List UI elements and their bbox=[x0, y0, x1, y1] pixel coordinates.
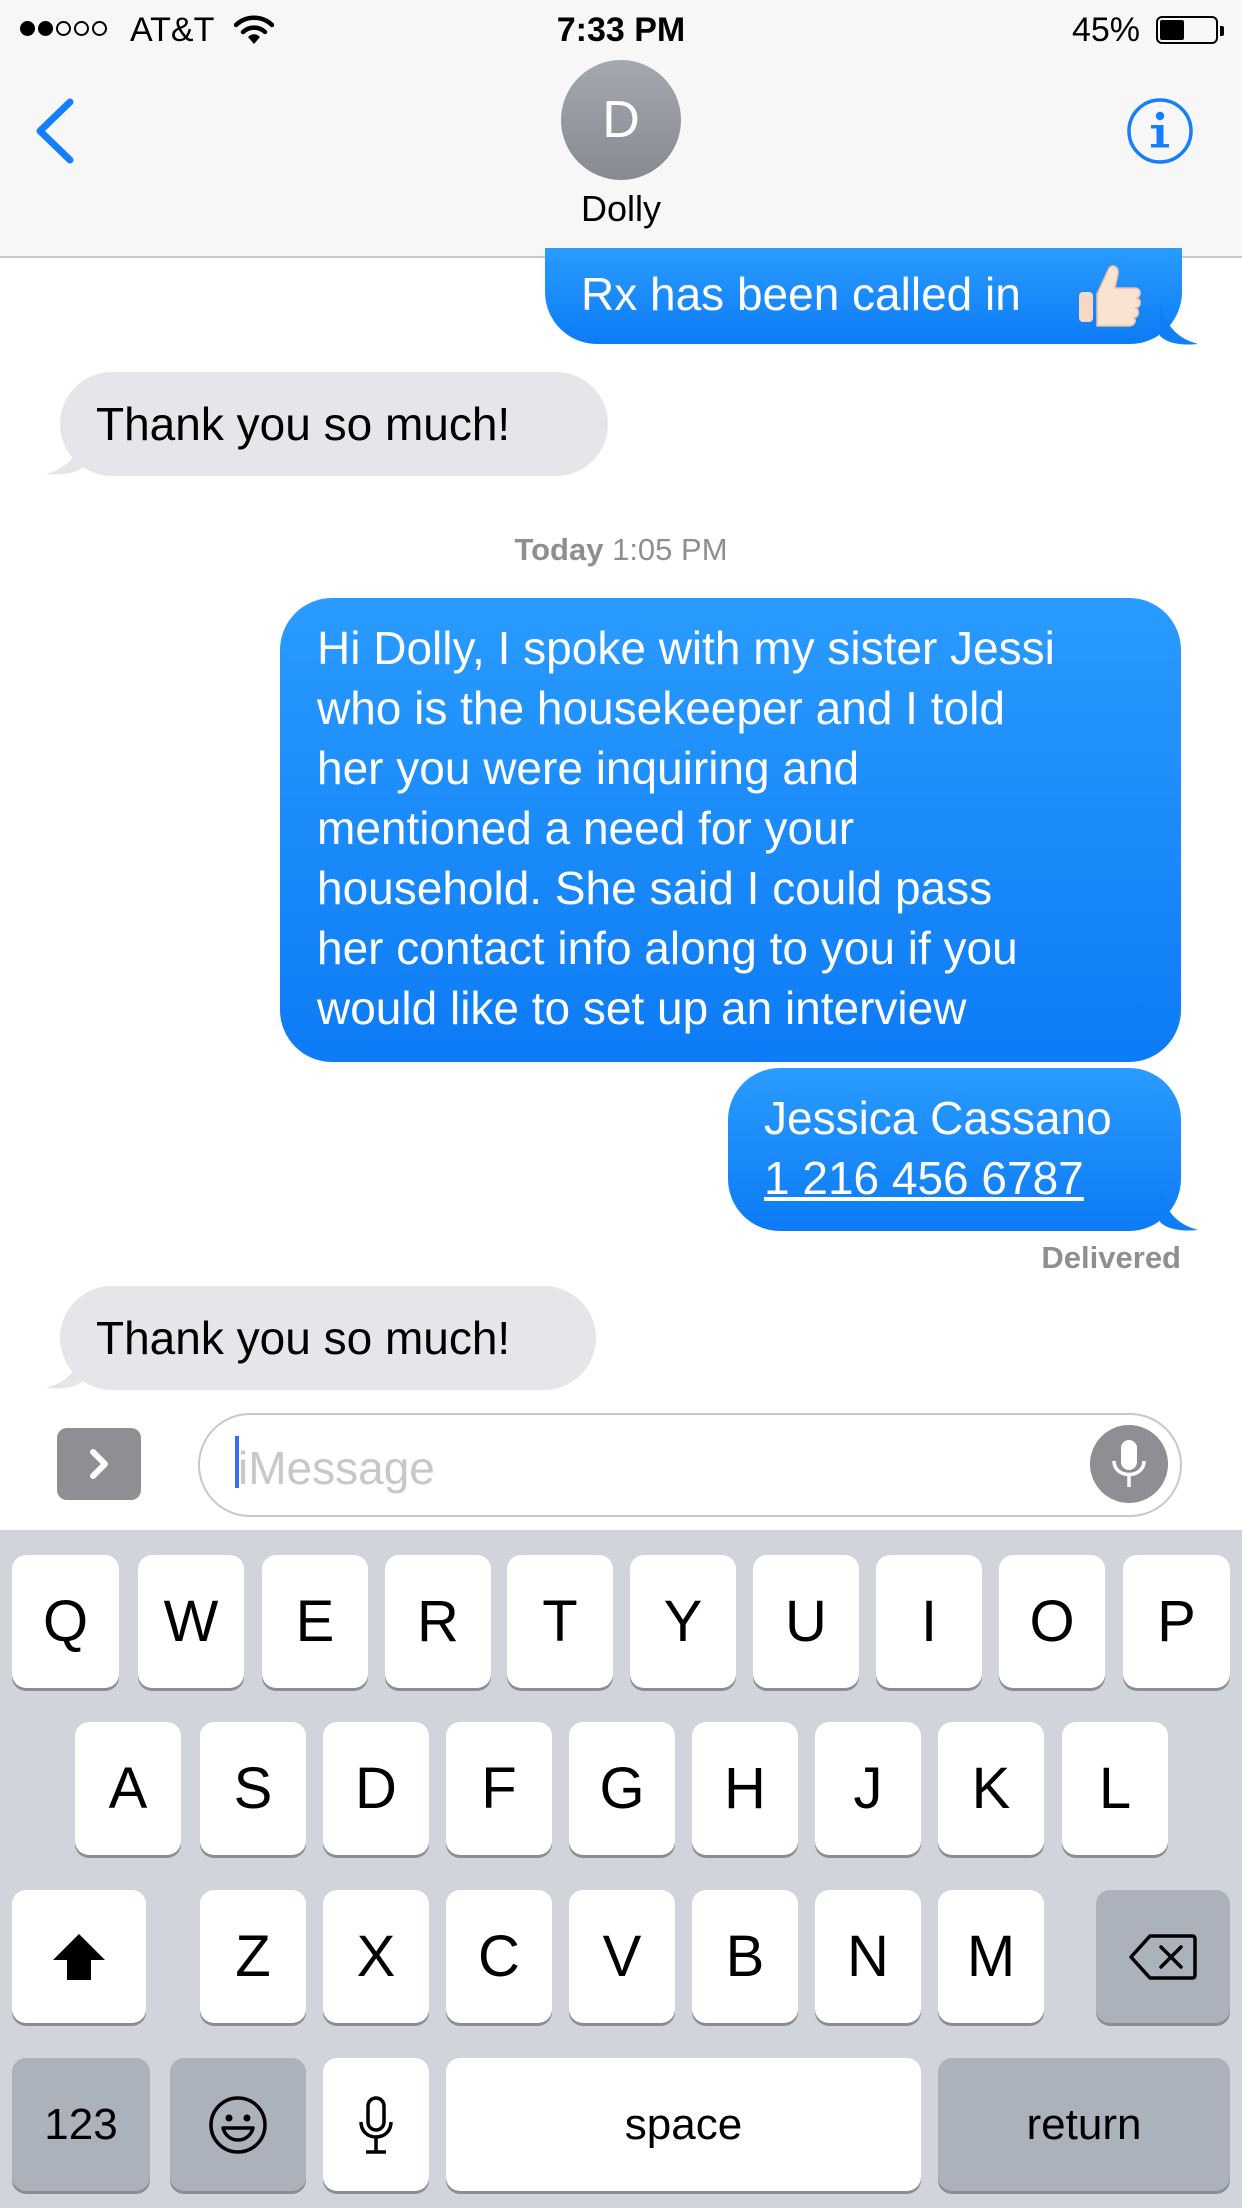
phone-number-link[interactable]: 1 216 456 6787 bbox=[764, 1148, 1181, 1208]
conversation-timestamp: Today 1:05 PM bbox=[0, 532, 1242, 568]
key-n[interactable]: N bbox=[815, 1890, 921, 2023]
bubble-tail bbox=[1160, 300, 1198, 345]
key-r[interactable]: R bbox=[385, 1555, 491, 1688]
outgoing-message-bubble[interactable]: Rx has been called in bbox=[545, 248, 1182, 344]
backspace-icon bbox=[1129, 1933, 1197, 1980]
key-p[interactable]: P bbox=[1123, 1555, 1230, 1688]
message-line: would like to set up an interview bbox=[317, 982, 967, 1034]
smiley-icon bbox=[209, 2095, 267, 2154]
keyboard: Q W E R T Y U I O P A S D F G H J K L Z … bbox=[0, 1530, 1242, 2208]
status-time: 7:33 PM bbox=[556, 11, 686, 49]
numbers-key[interactable]: 123 bbox=[12, 2058, 150, 2191]
key-f[interactable]: F bbox=[446, 1722, 552, 1855]
chevron-right-icon bbox=[90, 1449, 108, 1479]
message-line: household. She said I could pass bbox=[317, 862, 993, 914]
message-text: Thank you so much! bbox=[96, 398, 511, 450]
bubble-tail bbox=[46, 1344, 84, 1389]
delivery-status: Delivered bbox=[1041, 1240, 1181, 1275]
chevron-left-icon[interactable] bbox=[30, 96, 80, 166]
timestamp-day: Today bbox=[514, 532, 604, 567]
apps-expand-button[interactable] bbox=[57, 1428, 141, 1500]
message-line: her you were inquiring and bbox=[317, 742, 860, 794]
key-i[interactable]: I bbox=[876, 1555, 982, 1688]
return-key[interactable]: return bbox=[938, 2058, 1230, 2191]
message-line: Hi Dolly, I spoke with my sister Jessi bbox=[317, 622, 1055, 674]
status-bar: AT&T 7:33 PM 45% bbox=[0, 0, 1242, 60]
contact-share-name: Jessica Cassano bbox=[764, 1092, 1112, 1144]
key-l[interactable]: L bbox=[1062, 1722, 1168, 1855]
key-d[interactable]: D bbox=[323, 1722, 429, 1855]
delete-key[interactable] bbox=[1096, 1890, 1230, 2023]
key-k[interactable]: K bbox=[938, 1722, 1044, 1855]
shift-arrow-icon bbox=[53, 1933, 105, 1980]
contact-name[interactable]: Dolly bbox=[0, 188, 1242, 230]
message-text: Rx has been called in bbox=[581, 268, 1021, 320]
key-c[interactable]: C bbox=[446, 1890, 552, 2023]
key-y[interactable]: Y bbox=[630, 1555, 736, 1688]
bubble-tail bbox=[1160, 1186, 1198, 1231]
key-u[interactable]: U bbox=[753, 1555, 859, 1688]
key-v[interactable]: V bbox=[569, 1890, 675, 2023]
space-key[interactable]: space bbox=[446, 2058, 921, 2191]
incoming-message-bubble[interactable]: Thank you so much! bbox=[60, 372, 608, 476]
emoji-key[interactable] bbox=[170, 2058, 306, 2191]
shift-key[interactable] bbox=[12, 1890, 146, 2023]
battery-icon bbox=[1156, 16, 1224, 44]
message-line: mentioned a need for your bbox=[317, 802, 855, 854]
bubble-tail bbox=[46, 430, 84, 475]
battery-level-fill bbox=[1160, 20, 1185, 40]
timestamp-time: 1:05 PM bbox=[612, 532, 728, 567]
dictation-key[interactable] bbox=[323, 2058, 429, 2191]
key-x[interactable]: X bbox=[323, 1890, 429, 2023]
key-j[interactable]: J bbox=[815, 1722, 921, 1855]
key-b[interactable]: B bbox=[692, 1890, 798, 2023]
key-o[interactable]: O bbox=[999, 1555, 1105, 1688]
input-placeholder: iMessage bbox=[238, 1442, 435, 1494]
key-w[interactable]: W bbox=[138, 1555, 244, 1688]
message-line: her contact info along to you if you bbox=[317, 922, 1018, 974]
key-s[interactable]: S bbox=[200, 1722, 306, 1855]
info-icon[interactable] bbox=[1126, 97, 1194, 165]
key-q[interactable]: Q bbox=[12, 1555, 119, 1688]
key-g[interactable]: G bbox=[569, 1722, 675, 1855]
key-a[interactable]: A bbox=[75, 1722, 181, 1855]
key-h[interactable]: H bbox=[692, 1722, 798, 1855]
outgoing-message-bubble[interactable]: Jessica Cassano 1 216 456 6787 bbox=[728, 1068, 1181, 1231]
key-t[interactable]: T bbox=[507, 1555, 613, 1688]
outgoing-message-bubble[interactable]: Hi Dolly, I spoke with my sister Jessi w… bbox=[280, 598, 1181, 1062]
key-z[interactable]: Z bbox=[200, 1890, 306, 2023]
incoming-message-bubble[interactable]: Thank you so much! bbox=[60, 1286, 596, 1390]
microphone-icon bbox=[1112, 1440, 1146, 1487]
message-line: who is the housekeeper and I told bbox=[317, 682, 1005, 734]
contact-avatar[interactable]: D bbox=[561, 60, 681, 180]
avatar-initial: D bbox=[602, 91, 640, 149]
message-text: Thank you so much! bbox=[96, 1312, 511, 1364]
key-e[interactable]: E bbox=[262, 1555, 368, 1688]
microphone-icon bbox=[359, 2095, 393, 2154]
thumbs-up-emoji bbox=[1079, 265, 1141, 327]
key-m[interactable]: M bbox=[938, 1890, 1044, 2023]
battery-percentage: 45% bbox=[1071, 11, 1140, 49]
dictation-button[interactable] bbox=[1090, 1425, 1168, 1503]
